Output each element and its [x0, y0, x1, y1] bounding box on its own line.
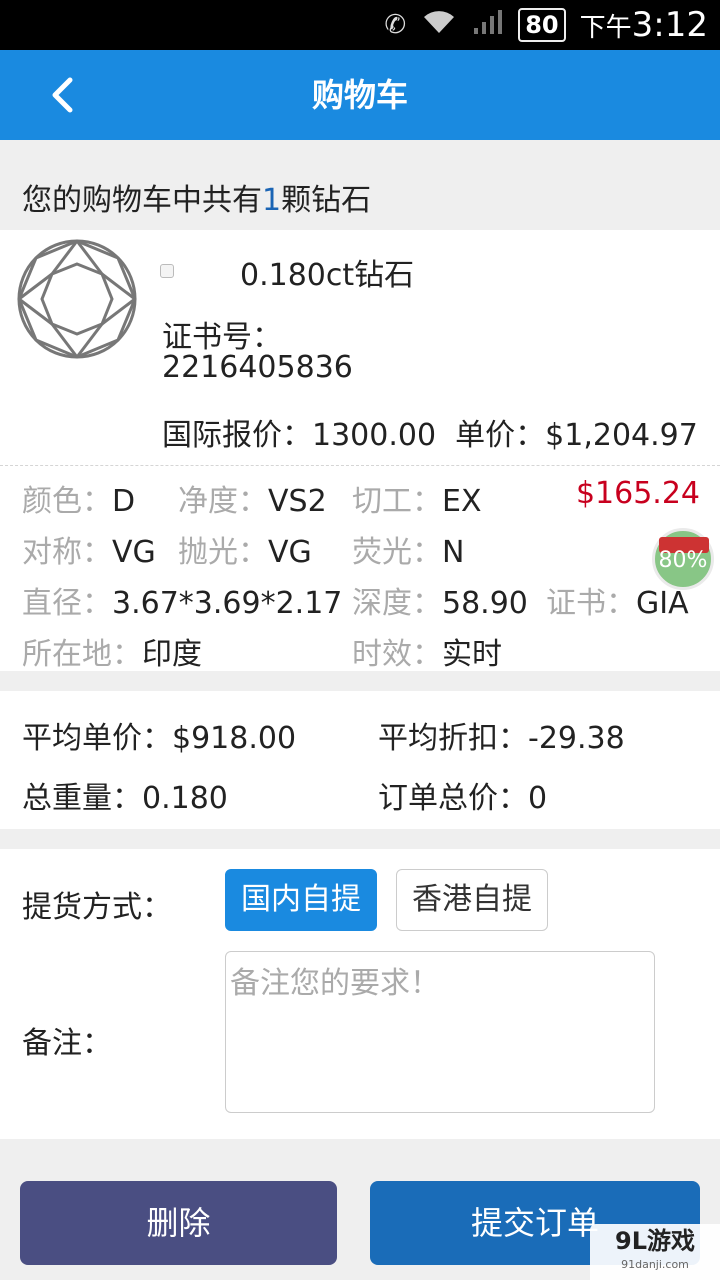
order-total: 订单总价：0 — [378, 781, 548, 816]
wifi-icon — [422, 9, 456, 42]
list-price: 1300.00 — [312, 418, 437, 453]
item-name: 0.180ct钻石 — [240, 258, 415, 293]
missed-call-icon: ✆ — [384, 10, 407, 40]
spec-clarity: 净度：VS2 — [178, 484, 327, 519]
battery-icon: 80 — [518, 8, 566, 42]
status-bar: ✆ 80 下午3:12 — [0, 0, 720, 50]
spec-color: 颜色：D — [22, 484, 136, 519]
signal-icon — [472, 8, 504, 43]
diamond-icon — [17, 239, 137, 359]
spec-cut: 切工：EX — [352, 484, 482, 519]
spec-location: 所在地：印度 — [22, 637, 202, 672]
spec-polish: 抛光：VG — [178, 535, 312, 570]
status-time: 下午3:12 — [579, 5, 708, 45]
pickup-label: 提货方式： — [22, 890, 172, 925]
cert-number: 2216405836 — [162, 350, 353, 385]
cart-count: 1 — [262, 183, 282, 218]
delete-button[interactable]: 删除 — [20, 1181, 337, 1265]
page-title: 购物车 — [311, 76, 408, 114]
item-total-price: $165.24 — [575, 476, 700, 511]
avg-unit-price: 平均单价：$918.00 — [22, 721, 297, 756]
unit-price: $1,204.97 — [545, 418, 698, 453]
pickup-option-hongkong[interactable]: 香港自提 — [396, 869, 548, 931]
spec-fluorescence: 荧光：N — [352, 535, 465, 570]
back-button[interactable] — [40, 70, 90, 120]
note-label: 备注： — [22, 1026, 112, 1061]
spec-diameter: 直径：3.67*3.69*2.17 — [22, 586, 343, 621]
floating-assistant-ball[interactable]: 80% — [652, 528, 714, 590]
chevron-left-icon — [52, 77, 73, 113]
pickup-option-domestic[interactable]: 国内自提 — [225, 869, 377, 931]
item-select-checkbox[interactable] — [160, 264, 174, 278]
spec-symmetry: 对称：VG — [22, 535, 156, 570]
avg-discount: 平均折扣：-29.38 — [378, 721, 625, 756]
spec-depth: 深度：58.90 — [352, 586, 528, 621]
title-bar: 购物车 — [0, 50, 720, 140]
spec-timeliness: 时效：实时 — [352, 637, 502, 672]
watermark-logo: 9L游戏 91danji.com — [590, 1224, 720, 1280]
total-weight: 总重量：0.180 — [22, 781, 228, 816]
cart-summary: 您的购物车中共有1颗钻石 — [22, 183, 372, 218]
price-line: 国际报价：1300.00 单价：$1,204.97 — [162, 418, 698, 453]
note-input[interactable] — [225, 951, 655, 1113]
